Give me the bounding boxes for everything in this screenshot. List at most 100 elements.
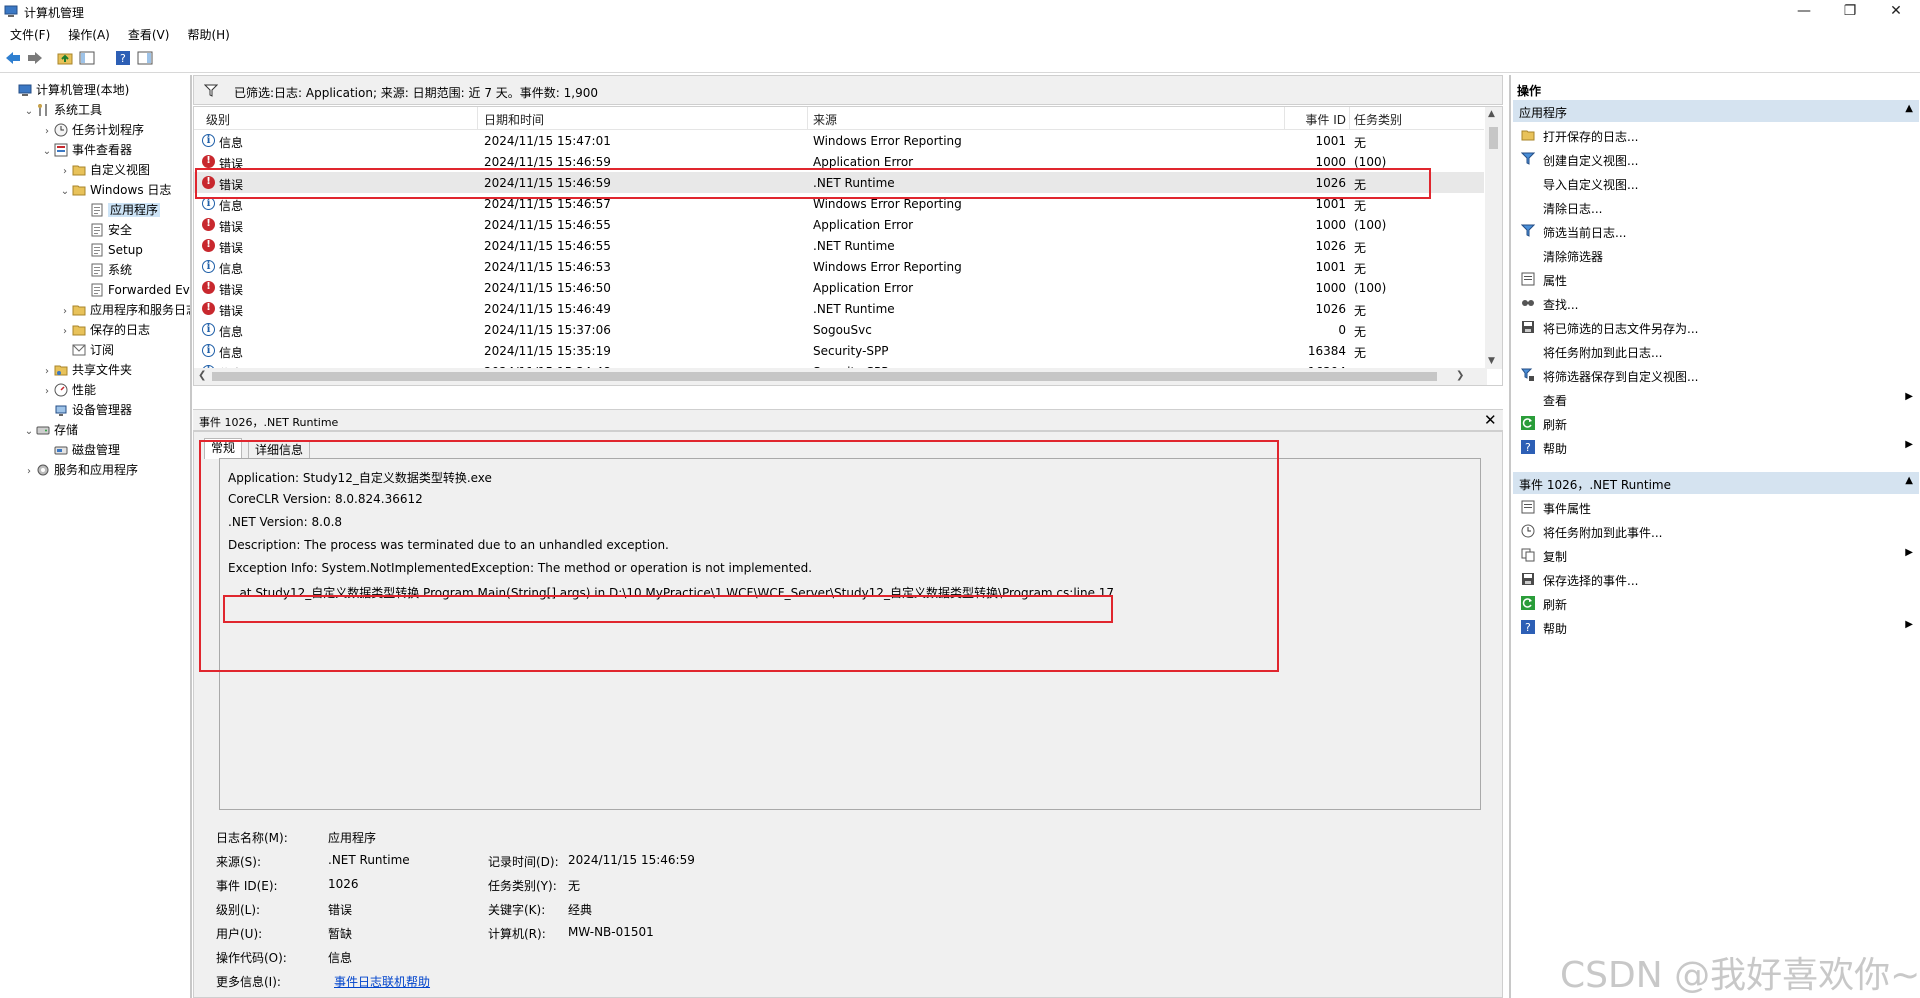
action-item[interactable]: 查找...: [1513, 293, 1919, 313]
column-level[interactable]: 级别: [206, 111, 230, 128]
column-event-id[interactable]: 事件 ID: [1284, 111, 1346, 128]
event-description[interactable]: Application: Study12_自定义数据类型转换.exe CoreCL…: [219, 458, 1481, 810]
event-list[interactable]: 级别 日期和时间 来源 事件 ID 任务类别 i 信息 2024/11/15 15:…: [193, 106, 1503, 386]
help-icon[interactable]: ?: [114, 49, 132, 67]
action-item[interactable]: 清除筛选器: [1513, 245, 1919, 265]
tree-item[interactable]: › 共享文件夹: [40, 360, 132, 380]
collapse-up-icon[interactable]: ▲: [1905, 475, 1913, 486]
back-arrow-icon[interactable]: [4, 49, 22, 67]
tree-item[interactable]: › 服务和应用程序: [22, 460, 138, 480]
action-item[interactable]: 将筛选器保存到自定义视图...: [1513, 365, 1919, 385]
show-hide-tree-icon[interactable]: [78, 49, 96, 67]
action-item[interactable]: 查看 ▶: [1513, 389, 1919, 409]
scroll-right-icon[interactable]: ❯: [1456, 370, 1464, 381]
tree-item[interactable]: Setup: [76, 240, 143, 260]
column-source[interactable]: 来源: [813, 111, 837, 128]
minimize-icon[interactable]: —: [1781, 0, 1827, 22]
action-item[interactable]: 清除日志...: [1513, 197, 1919, 217]
action-item[interactable]: ? 帮助 ▶: [1513, 617, 1919, 637]
tree-item[interactable]: 磁盘管理: [40, 440, 120, 460]
chevron-right-icon[interactable]: ›: [40, 382, 54, 402]
tree-item[interactable]: › 保存的日志: [58, 320, 150, 340]
menu-view[interactable]: 查看(V): [118, 24, 178, 43]
tab-general[interactable]: 常规: [204, 438, 243, 459]
event-row[interactable]: i 信息 2024/11/15 15:47:01 Windows Error Repo…: [194, 130, 1484, 151]
tree-item[interactable]: › 应用程序和服务日志: [58, 300, 190, 322]
menu-file[interactable]: 文件(F): [0, 24, 58, 43]
event-row[interactable]: ! 错误 2024/11/15 15:46:55 Application Error 1…: [194, 214, 1484, 235]
tab-details[interactable]: 详细信息: [248, 440, 311, 459]
event-list-horizontal-scrollbar[interactable]: ❮ ❯: [194, 368, 1487, 385]
close-detail-icon[interactable]: ✕: [1484, 411, 1497, 429]
tree-item[interactable]: 订阅: [58, 340, 114, 360]
tree-item[interactable]: › 自定义视图: [58, 160, 150, 180]
show-hide-action-pane-icon[interactable]: [136, 49, 154, 67]
menu-action[interactable]: 操作(A): [58, 24, 118, 43]
action-item[interactable]: 复制 ▶: [1513, 545, 1919, 565]
chevron-down-icon[interactable]: ⌄: [22, 422, 36, 442]
action-item[interactable]: 打开保存的日志...: [1513, 125, 1919, 145]
action-item[interactable]: 事件属性: [1513, 497, 1919, 517]
up-folder-icon[interactable]: [56, 49, 74, 67]
event-row[interactable]: ! 错误 2024/11/15 15:46:50 Application Error 1…: [194, 277, 1484, 298]
chevron-down-icon[interactable]: ⌄: [58, 182, 72, 202]
actions-section-event[interactable]: 事件 1026，.NET Runtime ▲: [1513, 472, 1919, 494]
event-log-online-help-link[interactable]: 事件日志联机帮助: [334, 973, 430, 990]
action-item-label: 筛选当前日志...: [1543, 226, 1627, 240]
action-item[interactable]: 筛选当前日志...: [1513, 221, 1919, 241]
column-datetime[interactable]: 日期和时间: [484, 111, 544, 128]
actions-section-application[interactable]: 应用程序 ▲: [1513, 100, 1919, 122]
tree-item[interactable]: 应用程序: [76, 200, 161, 220]
scroll-left-icon[interactable]: ❮: [198, 370, 206, 381]
action-item[interactable]: 创建自定义视图...: [1513, 149, 1919, 169]
action-item[interactable]: 属性: [1513, 269, 1919, 289]
action-item[interactable]: 导入自定义视图...: [1513, 173, 1919, 193]
tree-item[interactable]: › 性能: [40, 380, 96, 400]
tree-item[interactable]: 设备管理器: [40, 400, 132, 420]
chevron-right-icon[interactable]: ›: [40, 362, 54, 382]
tree-item[interactable]: 系统: [76, 260, 132, 280]
event-list-vertical-scrollbar[interactable]: ▲ ▼: [1485, 107, 1502, 369]
menu-help[interactable]: 帮助(H): [177, 24, 237, 43]
event-row[interactable]: i 信息 2024/11/15 15:46:57 Windows Error Repo…: [194, 193, 1484, 214]
tree-item[interactable]: ⌄ 存储: [22, 420, 78, 440]
chevron-right-icon[interactable]: ›: [40, 122, 54, 142]
scroll-down-icon[interactable]: ▼: [1488, 356, 1495, 366]
chevron-down-icon[interactable]: ⌄: [40, 142, 54, 162]
scroll-up-icon[interactable]: ▲: [1488, 109, 1495, 119]
event-row[interactable]: ! 错误 2024/11/15 15:46:49 .NET Runtime 1026 无: [194, 298, 1484, 319]
action-item[interactable]: 保存选择的事件...: [1513, 569, 1919, 589]
event-row[interactable]: ! 错误 2024/11/15 15:46:59 .NET Runtime 1026 无: [194, 172, 1484, 193]
forward-arrow-icon[interactable]: [26, 49, 44, 67]
chevron-right-icon[interactable]: ›: [22, 462, 36, 482]
action-item[interactable]: ? 帮助 ▶: [1513, 437, 1919, 457]
maximize-icon[interactable]: ❐: [1827, 0, 1873, 22]
action-item[interactable]: 刷新: [1513, 593, 1919, 613]
tree-item[interactable]: 安全: [76, 220, 132, 240]
tree-item[interactable]: Forwarded Eve: [76, 280, 190, 300]
event-row[interactable]: i 信息 2024/11/15 15:37:06 SogouSvc 0 无: [194, 319, 1484, 340]
column-task-category[interactable]: 任务类别: [1354, 111, 1402, 128]
chevron-right-icon[interactable]: ›: [58, 302, 72, 322]
tree-item[interactable]: ⌄ 系统工具: [22, 100, 102, 120]
event-row[interactable]: ! 错误 2024/11/15 15:46:55 .NET Runtime 1026 无: [194, 235, 1484, 256]
actions-section-event-label: 事件 1026，.NET Runtime: [1519, 478, 1671, 492]
action-item[interactable]: 将已筛选的日志文件另存为...: [1513, 317, 1919, 337]
action-item[interactable]: 将任务附加到此日志...: [1513, 341, 1919, 361]
action-item[interactable]: 将任务附加到此事件...: [1513, 521, 1919, 541]
event-row[interactable]: ! 错误 2024/11/15 15:46:59 Application Error 1…: [194, 151, 1484, 172]
folder-icon: [72, 303, 86, 317]
tree-item[interactable]: ⌄ Windows 日志: [58, 180, 172, 202]
event-row[interactable]: i 信息 2024/11/15 15:46:53 Windows Error Repo…: [194, 256, 1484, 277]
opcode-value: 信息: [328, 951, 353, 965]
collapse-up-icon[interactable]: ▲: [1905, 103, 1913, 114]
chevron-down-icon[interactable]: ⌄: [22, 102, 36, 122]
action-item[interactable]: 刷新: [1513, 413, 1919, 433]
tree-item[interactable]: 计算机管理(本地): [4, 80, 129, 100]
tree-item[interactable]: ⌄ 事件查看器: [40, 140, 132, 160]
chevron-right-icon[interactable]: ›: [58, 162, 72, 182]
close-icon[interactable]: ✕: [1873, 0, 1919, 22]
tree-item[interactable]: › 任务计划程序: [40, 120, 144, 140]
chevron-right-icon[interactable]: ›: [58, 322, 72, 342]
event-row[interactable]: i 信息 2024/11/15 15:35:19 Security-SPP 16384 无: [194, 340, 1484, 361]
